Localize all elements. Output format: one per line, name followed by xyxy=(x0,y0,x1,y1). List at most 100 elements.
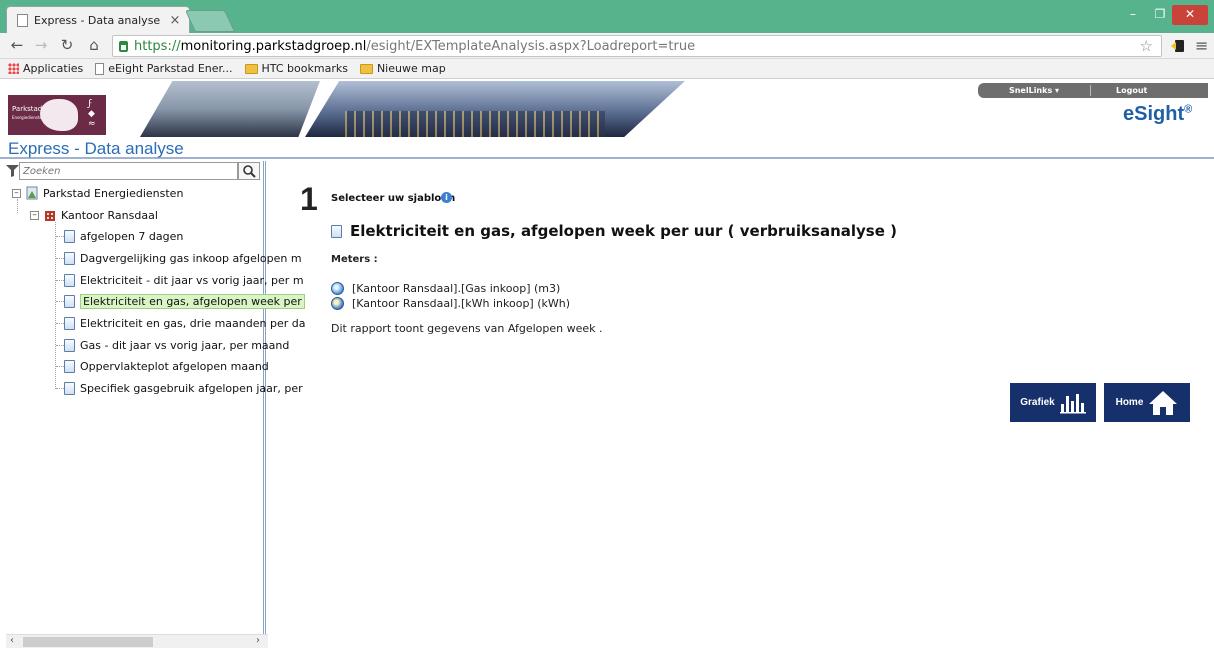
parkstad-logo: Parkstad Energiediensten ϝ ◆ ≈ xyxy=(8,95,106,135)
bookmark-htc[interactable]: HTC bookmarks xyxy=(244,62,348,75)
lock-icon xyxy=(119,40,128,52)
window-close-icon[interactable]: ✕ xyxy=(1172,5,1208,25)
search-icon xyxy=(243,165,256,178)
tree-node-root[interactable]: – Parkstad Energiediensten xyxy=(12,184,183,202)
tree-report-item[interactable]: Specifiek gasgebruik afgelopen jaar, per xyxy=(64,379,303,397)
collapse-toggle-icon[interactable]: – xyxy=(30,210,39,220)
template-name: Elektriciteit en gas, afgelopen week per… xyxy=(350,222,897,240)
restore-icon[interactable]: ❐ xyxy=(1147,5,1173,25)
tree-report-item[interactable]: Oppervlakteplot afgelopen maand xyxy=(64,357,269,375)
report-icon xyxy=(64,229,75,243)
logo-text: Parkstad xyxy=(12,105,43,113)
tree-site-label: Kantoor Ransdaal xyxy=(61,208,158,222)
url-path: /esight/EXTemplateAnalysis.aspx?Loadrepo… xyxy=(366,38,696,54)
brand-mark: ® xyxy=(1184,103,1193,116)
snellinks-menu[interactable]: SnelLinks ▾ xyxy=(978,86,1090,95)
info-icon[interactable]: i xyxy=(441,192,452,203)
chrome-menu-icon[interactable]: ≡ xyxy=(1195,36,1208,55)
bookmark-star-icon[interactable]: ☆ xyxy=(1140,37,1153,55)
report-label: Dagvergelijking gas inkoop afgelopen m xyxy=(80,251,302,265)
tree-report-item-selected[interactable]: Elektriciteit en gas, afgelopen week per xyxy=(64,292,305,310)
tree-node-site[interactable]: – Kantoor Ransdaal xyxy=(30,206,158,224)
electricity-meter-icon xyxy=(331,296,344,310)
step-label: Selecteer uw sjabloon xyxy=(331,193,456,204)
tree-report-item[interactable]: Gas - dit jaar vs vorig jaar, per maand xyxy=(64,336,289,354)
meters-label: Meters : xyxy=(331,254,378,265)
bookmark-eight[interactable]: eEight Parkstad Ener... xyxy=(95,62,233,75)
home-button[interactable]: Home xyxy=(1104,383,1190,422)
report-icon xyxy=(64,251,75,265)
tree-report-item[interactable]: Elektriciteit en gas, drie maanden per d… xyxy=(64,314,305,332)
reload-icon[interactable]: ↻ xyxy=(58,37,76,54)
esight-logo: eSight® xyxy=(1123,103,1192,126)
house-icon xyxy=(1149,390,1178,415)
grafiek-button[interactable]: Grafiek xyxy=(1010,383,1096,422)
report-icon xyxy=(64,359,75,373)
tab-close-icon[interactable]: × xyxy=(167,13,183,28)
report-label: Elektriciteit en gas, drie maanden per d… xyxy=(80,316,306,330)
grafiek-label: Grafiek xyxy=(1020,397,1055,408)
search-button[interactable] xyxy=(238,162,260,180)
extension-icon[interactable] xyxy=(1170,38,1186,54)
collapse-toggle-icon[interactable]: – xyxy=(12,188,21,198)
forward-arrow-icon[interactable]: → xyxy=(32,37,50,54)
bookmark-applicaties[interactable]: Applicaties xyxy=(8,62,83,75)
url-scheme: https:// xyxy=(134,38,181,54)
folder-icon xyxy=(359,63,373,74)
header-banner-image xyxy=(305,81,685,137)
horizontal-scrollbar[interactable]: ‹ › xyxy=(6,634,268,648)
tree-report-item[interactable]: afgelopen 7 dagen xyxy=(64,227,183,245)
logout-link[interactable]: Logout xyxy=(1091,86,1208,95)
browser-tab[interactable]: Express - Data analyse × xyxy=(6,6,190,33)
minimize-icon[interactable]: – xyxy=(1120,5,1146,25)
tree-report-item[interactable]: Elektriciteit - dit jaar vs vorig jaar, … xyxy=(64,271,304,289)
selected-template: Elektriciteit en gas, afgelopen week per… xyxy=(331,222,897,240)
scrollbar-thumb[interactable] xyxy=(23,637,153,647)
top-navigation: SnelLinks ▾ Logout xyxy=(978,83,1208,98)
browser-toolbar: ← → ↻ ⌂ https://monitoring.parkstadgroep… xyxy=(0,33,1214,59)
meter-label: [Kantoor Ransdaal].[kWh inkoop] (kWh) xyxy=(352,296,571,310)
apps-grid-icon xyxy=(8,63,19,74)
report-icon xyxy=(64,316,75,330)
organization-icon xyxy=(26,186,38,200)
bookmark-label: Applicaties xyxy=(23,62,84,75)
bookmarks-bar: Applicaties eEight Parkstad Ener... HTC … xyxy=(0,59,1214,79)
report-icon xyxy=(331,224,342,238)
report-icon xyxy=(64,273,75,287)
home-label: Home xyxy=(1115,397,1144,408)
page-icon xyxy=(95,62,105,75)
meter-label: [Kantoor Ransdaal].[Gas inkoop] (m3) xyxy=(352,281,561,295)
folder-icon xyxy=(244,63,258,74)
report-label: Elektriciteit en gas, afgelopen week per xyxy=(80,293,305,309)
report-label: Specifiek gasgebruik afgelopen jaar, per xyxy=(80,381,303,395)
tree-report-item[interactable]: Dagvergelijking gas inkoop afgelopen m xyxy=(64,249,302,267)
tab-title: Express - Data analyse xyxy=(34,13,161,27)
bar-chart-icon xyxy=(1059,393,1086,413)
report-label: afgelopen 7 dagen xyxy=(80,229,184,243)
back-arrow-icon[interactable]: ← xyxy=(8,37,26,54)
report-icon xyxy=(64,381,75,395)
step-number: 1 xyxy=(300,181,318,217)
tree-root-label: Parkstad Energiediensten xyxy=(43,186,184,200)
filter-icon[interactable] xyxy=(6,165,19,177)
building-icon xyxy=(45,211,55,221)
report-icon xyxy=(64,338,75,352)
gas-meter-icon xyxy=(331,281,344,295)
search-input[interactable] xyxy=(19,162,238,180)
report-label: Elektriciteit - dit jaar vs vorig jaar, … xyxy=(80,273,304,287)
bookmark-label: Nieuwe map xyxy=(376,62,446,75)
page-title: Express - Data analyse xyxy=(8,139,184,158)
bookmark-nieuwe-map[interactable]: Nieuwe map xyxy=(359,62,446,75)
logo-heart-icon xyxy=(40,99,78,131)
meter-item: [Kantoor Ransdaal].[Gas inkoop] (m3) xyxy=(331,281,560,295)
report-description: Dit rapport toont gegevens van Afgelopen… xyxy=(331,322,603,335)
meter-item: [Kantoor Ransdaal].[kWh inkoop] (kWh) xyxy=(331,296,570,310)
home-icon[interactable]: ⌂ xyxy=(85,37,103,54)
report-icon xyxy=(64,294,75,308)
scroll-right-icon[interactable]: › xyxy=(256,635,260,646)
scroll-left-icon[interactable]: ‹ xyxy=(10,635,14,646)
address-bar[interactable]: https://monitoring.parkstadgroep.nl/esig… xyxy=(112,35,1162,57)
logo-bolt-icon: ϝ ◆ ≈ xyxy=(88,99,96,129)
page-icon xyxy=(17,13,28,27)
report-label: Oppervlakteplot afgelopen maand xyxy=(80,359,269,373)
